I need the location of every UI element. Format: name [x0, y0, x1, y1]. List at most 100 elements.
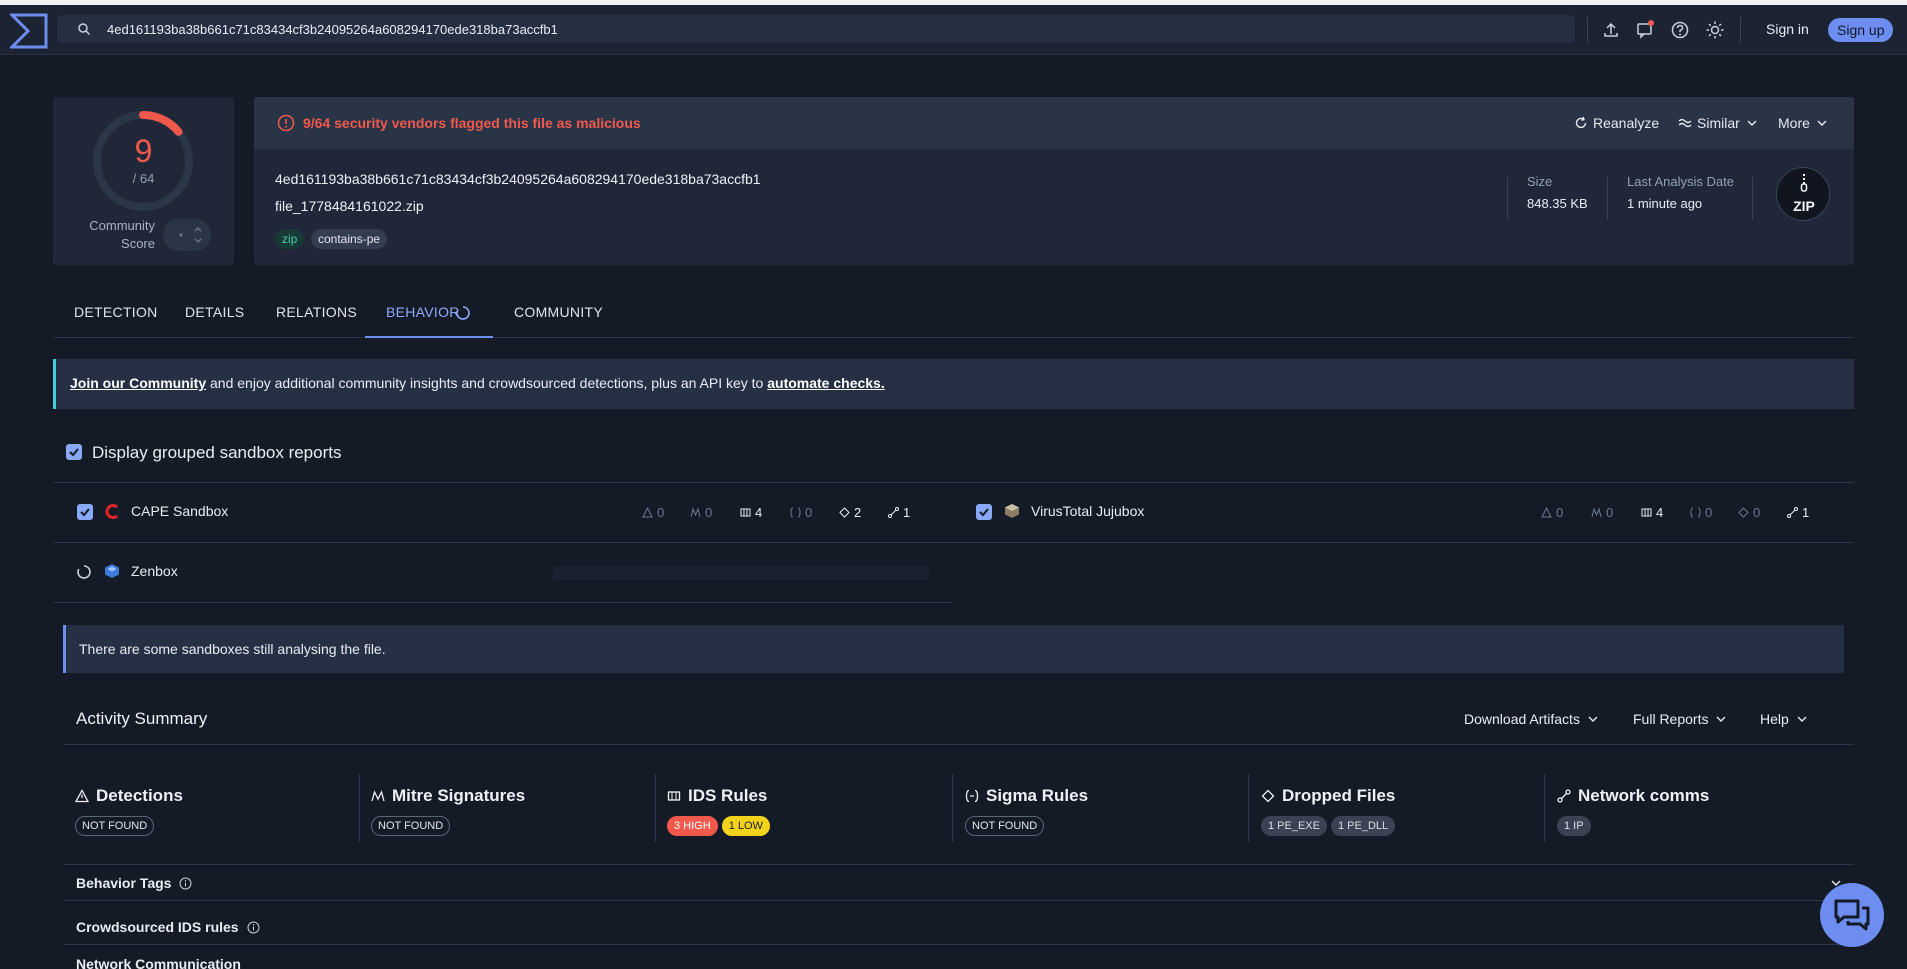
divider [53, 542, 1854, 543]
sandbox-name[interactable]: CAPE Sandbox [131, 503, 228, 519]
theme-toggle-icon[interactable] [1705, 20, 1725, 40]
pe-dll-badge: 1 PE_DLL [1330, 816, 1396, 836]
analysis-info-banner: There are some sandboxes still analysing… [63, 625, 1844, 673]
header-divider [1740, 17, 1741, 43]
tab-behavior[interactable]: BEHAVIOR [386, 304, 460, 320]
download-artifacts-dropdown[interactable]: Download Artifacts [1464, 711, 1600, 727]
zipper-icon [1800, 174, 1808, 192]
network-comms-card[interactable]: Network comms 1 IP [1557, 772, 1827, 842]
tag-contains-pe[interactable]: contains-pe [311, 229, 388, 249]
meta-divider [1607, 177, 1608, 219]
header-divider [1587, 17, 1588, 43]
activity-summary-title: Activity Summary [76, 709, 208, 728]
card-divider [1544, 774, 1545, 842]
ids-icon [740, 508, 751, 517]
dropped-files-icon [1261, 789, 1275, 803]
cape-sandbox-checkbox[interactable] [77, 504, 93, 520]
ids-low-badge: 1 LOW [721, 816, 770, 836]
community-banner-text: and enjoy additional community insights … [206, 375, 768, 391]
help-dropdown[interactable]: Help [1760, 711, 1809, 727]
virustotal-logo-icon[interactable] [10, 13, 48, 49]
chevron-down-icon [1747, 120, 1757, 126]
divider [63, 744, 1854, 745]
last-analysis-label: Last Analysis Date [1627, 174, 1734, 189]
stat-detections: 0 [642, 505, 664, 520]
notifications-icon[interactable] [1635, 20, 1655, 40]
meta-divider [1752, 177, 1753, 219]
automate-checks-link[interactable]: automate checks. [767, 375, 885, 391]
reanalyze-button[interactable]: Reanalyze [1574, 115, 1659, 131]
stat-detections: 0 [1541, 505, 1563, 520]
community-score-toggle[interactable] [163, 219, 211, 251]
not-found-badge: NOT FOUND [371, 816, 451, 836]
stat-network: 1 [1787, 505, 1809, 520]
dropped-files-icon [1738, 507, 1749, 518]
jujubox-logo-icon [1005, 504, 1019, 518]
full-reports-dropdown[interactable]: Full Reports [1633, 711, 1728, 727]
join-community-link[interactable]: Join our Community [70, 375, 206, 391]
info-banner-text: There are some sandboxes still analysing… [79, 641, 386, 657]
info-icon [179, 877, 192, 889]
divider [53, 482, 1854, 483]
sign-in-link[interactable]: Sign in [1766, 21, 1809, 37]
tab-detection[interactable]: DETECTION [74, 304, 158, 320]
alert-circle-icon [277, 114, 295, 132]
chat-icon [1834, 899, 1870, 931]
similar-dropdown[interactable]: Similar [1678, 115, 1759, 131]
card-divider [359, 774, 360, 842]
sigma-rules-card[interactable]: Sigma Rules NOT FOUND [965, 772, 1235, 842]
community-score-label: Community Score [89, 218, 155, 251]
crowdsourced-ids-section[interactable]: Crowdsourced IDS rules [63, 909, 1854, 945]
chevron-down-icon [1588, 716, 1598, 722]
upload-icon[interactable] [1601, 20, 1621, 40]
mitre-signatures-card[interactable]: Mitre Signatures NOT FOUND [371, 772, 641, 842]
tab-community[interactable]: COMMUNITY [514, 304, 603, 320]
card-divider [952, 774, 953, 842]
sandbox-name[interactable]: VirusTotal Jujubox [1031, 503, 1144, 519]
tag-zip[interactable]: zip [275, 229, 305, 249]
detections-count: 9 [134, 133, 153, 169]
tab-details[interactable]: DETAILS [185, 304, 244, 320]
warning-icon [75, 789, 89, 803]
sigma-icon [965, 789, 979, 803]
analysis-progress-placeholder [553, 566, 929, 580]
file-hash[interactable]: 4ed161193ba38b661c71c83434cf3b24095264a6… [275, 171, 761, 187]
ids-rules-card[interactable]: IDS Rules 3 HIGH 1 LOW [667, 772, 937, 842]
network-communication-section[interactable]: Network Communication [63, 953, 1854, 969]
stat-dropped: 0 [1738, 505, 1760, 520]
chevron-down-icon [1797, 716, 1807, 722]
chat-support-button[interactable] [1820, 883, 1884, 947]
ids-high-badge: 3 HIGH [667, 816, 718, 836]
community-banner: Join our Community and enjoy additional … [53, 359, 1854, 409]
more-dropdown[interactable]: More [1778, 115, 1829, 131]
sign-up-button[interactable]: Sign up [1828, 18, 1894, 42]
size-value: 848.35 KB [1527, 196, 1588, 211]
behavior-tags-section[interactable]: Behavior Tags [63, 865, 1854, 901]
tab-relations[interactable]: RELATIONS [276, 304, 357, 320]
detection-score-card: 9 / 64 Community Score [53, 97, 234, 265]
search-input[interactable] [107, 21, 1507, 37]
meta-divider [1507, 177, 1508, 219]
jujubox-checkbox[interactable] [976, 504, 992, 520]
grouped-reports-checkbox[interactable] [66, 444, 82, 460]
mitre-icon [371, 790, 385, 802]
help-icon[interactable] [1670, 20, 1690, 40]
stat-dropped: 2 [839, 505, 861, 520]
similar-icon [1678, 118, 1692, 128]
chevron-down-icon [1716, 716, 1726, 722]
stat-network: 1 [888, 505, 910, 520]
divider [53, 602, 953, 603]
dropped-files-card[interactable]: Dropped Files 1 PE_EXE 1 PE_DLL [1261, 772, 1531, 842]
malicious-alert: 9/64 security vendors flagged this file … [303, 115, 641, 131]
stat-ids: 4 [740, 505, 762, 520]
refresh-icon [1575, 116, 1587, 129]
stat-sigma: 0 [1690, 505, 1712, 520]
top-bar: Sign in Sign up [0, 5, 1907, 55]
detections-card[interactable]: Detections NOT FOUND [75, 772, 345, 842]
warning-icon [642, 507, 653, 518]
not-found-badge: NOT FOUND [965, 816, 1045, 836]
info-icon [247, 921, 260, 933]
loading-spinner-icon [77, 565, 91, 579]
sandbox-name[interactable]: Zenbox [131, 563, 178, 579]
search-bar[interactable] [57, 15, 1575, 43]
